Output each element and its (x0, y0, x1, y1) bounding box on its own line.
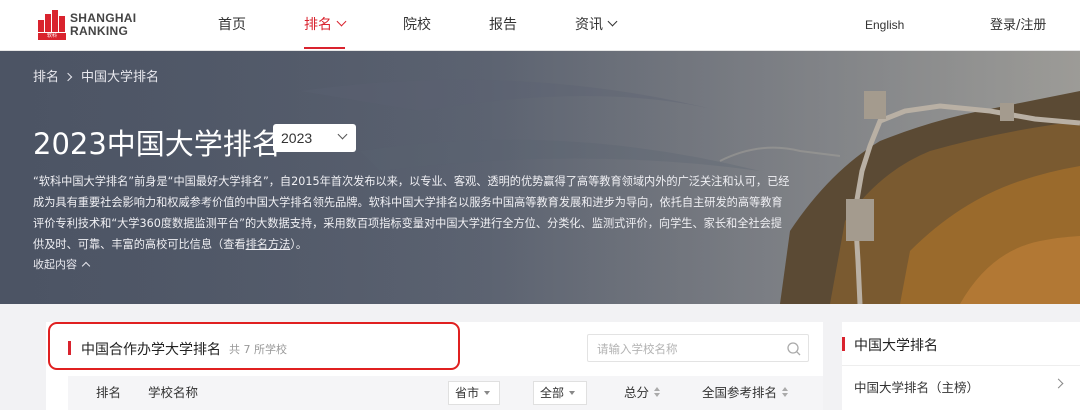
ranking-panel: 中国合作办学大学排名 共 7 所学校 请输入学校名称 排名 学校名称 省市 全部… (46, 322, 823, 410)
logo-text: SHANGHAI RANKING (70, 12, 136, 38)
nav-rankings[interactable]: 排名 (304, 0, 347, 51)
side-panel: 中国大学排名 中国大学排名（主榜） (842, 322, 1080, 410)
year-select[interactable]: 2023 (273, 124, 356, 152)
breadcrumb-current[interactable]: 中国大学排名 (81, 70, 159, 85)
divider (842, 365, 1080, 366)
nav-reports[interactable]: 报告 (489, 0, 517, 51)
ranking-title: 中国合作办学大学排名 (81, 342, 221, 358)
side-title: 中国大学排名 (854, 338, 938, 354)
description-text: “软科中国大学排名”前身是“中国最好大学排名”，自2015年首次发布以来，以专业… (33, 175, 790, 251)
collapse-label: 收起内容 (33, 258, 77, 271)
main-nav: 首页 排名 院校 报告 资讯 (218, 0, 674, 51)
column-score[interactable]: 总分 (624, 376, 661, 410)
search-icon[interactable] (786, 341, 802, 357)
collapse-toggle[interactable]: 收起内容 (33, 256, 91, 272)
logo-badge: 软科 (38, 33, 66, 40)
chevron-down-icon (607, 16, 618, 27)
sort-icon (654, 387, 661, 399)
breadcrumb-rankings[interactable]: 排名 (33, 70, 59, 85)
caret-down-icon (569, 391, 576, 395)
logo-bars-icon: 软科 (38, 10, 66, 40)
chevron-right-icon (1053, 378, 1064, 389)
table-header: 排名 学校名称 省市 全部 总分 全国参考排名 (68, 376, 823, 410)
school-search-input[interactable]: 请输入学校名称 (587, 334, 809, 362)
search-placeholder: 请输入学校名称 (597, 342, 678, 356)
column-school-name: 学校名称 (148, 385, 199, 400)
year-select-value: 2023 (281, 130, 313, 146)
top-navbar: 软科 SHANGHAI RANKING 首页 排名 院校 报告 资讯 Engli… (0, 0, 1080, 51)
nav-news[interactable]: 资讯 (575, 0, 618, 51)
column-reference-rank[interactable]: 全国参考排名 (702, 376, 789, 410)
page: 软科 SHANGHAI RANKING 首页 排名 院校 报告 资讯 Engli… (0, 0, 1080, 410)
ranking-description: “软科中国大学排名”前身是“中国最好大学排名”，自2015年首次发布以来，以专业… (33, 171, 793, 255)
logo-line-2: RANKING (70, 24, 129, 38)
type-filter[interactable]: 全部 (533, 381, 587, 405)
logo[interactable]: 软科 SHANGHAI RANKING (38, 10, 136, 40)
sort-icon (782, 387, 789, 399)
description-tail: ）。 (290, 238, 308, 251)
column-rank: 排名 (96, 385, 122, 400)
chevron-up-icon (81, 261, 91, 271)
ranking-panel-header: 中国合作办学大学排名 共 7 所学校 请输入学校名称 (46, 322, 823, 372)
province-filter[interactable]: 省市 (448, 381, 500, 405)
nav-institutions[interactable]: 院校 (403, 0, 431, 51)
school-count: 共 7 所学校 (229, 343, 287, 356)
chevron-down-icon (336, 16, 347, 27)
nav-home[interactable]: 首页 (218, 0, 246, 51)
side-accent-bar (842, 337, 845, 351)
page-title: 2023中国大学排名 (33, 127, 281, 161)
title-accent-bar (68, 341, 71, 355)
english-link[interactable]: English (865, 0, 904, 51)
side-link-main-ranking[interactable]: 中国大学排名（主榜） (854, 377, 979, 396)
methodology-link[interactable]: 排名方法 (246, 238, 291, 251)
chevron-down-icon (337, 129, 348, 140)
chevron-right-icon (63, 72, 73, 82)
breadcrumb: 排名 中国大学排名 (33, 66, 159, 85)
login-register-link[interactable]: 登录/注册 (990, 0, 1046, 51)
caret-down-icon (484, 391, 491, 395)
hero-banner: 排名 中国大学排名 2023中国大学排名 2023 “软科中国大学排名”前身是“中… (0, 51, 1080, 304)
